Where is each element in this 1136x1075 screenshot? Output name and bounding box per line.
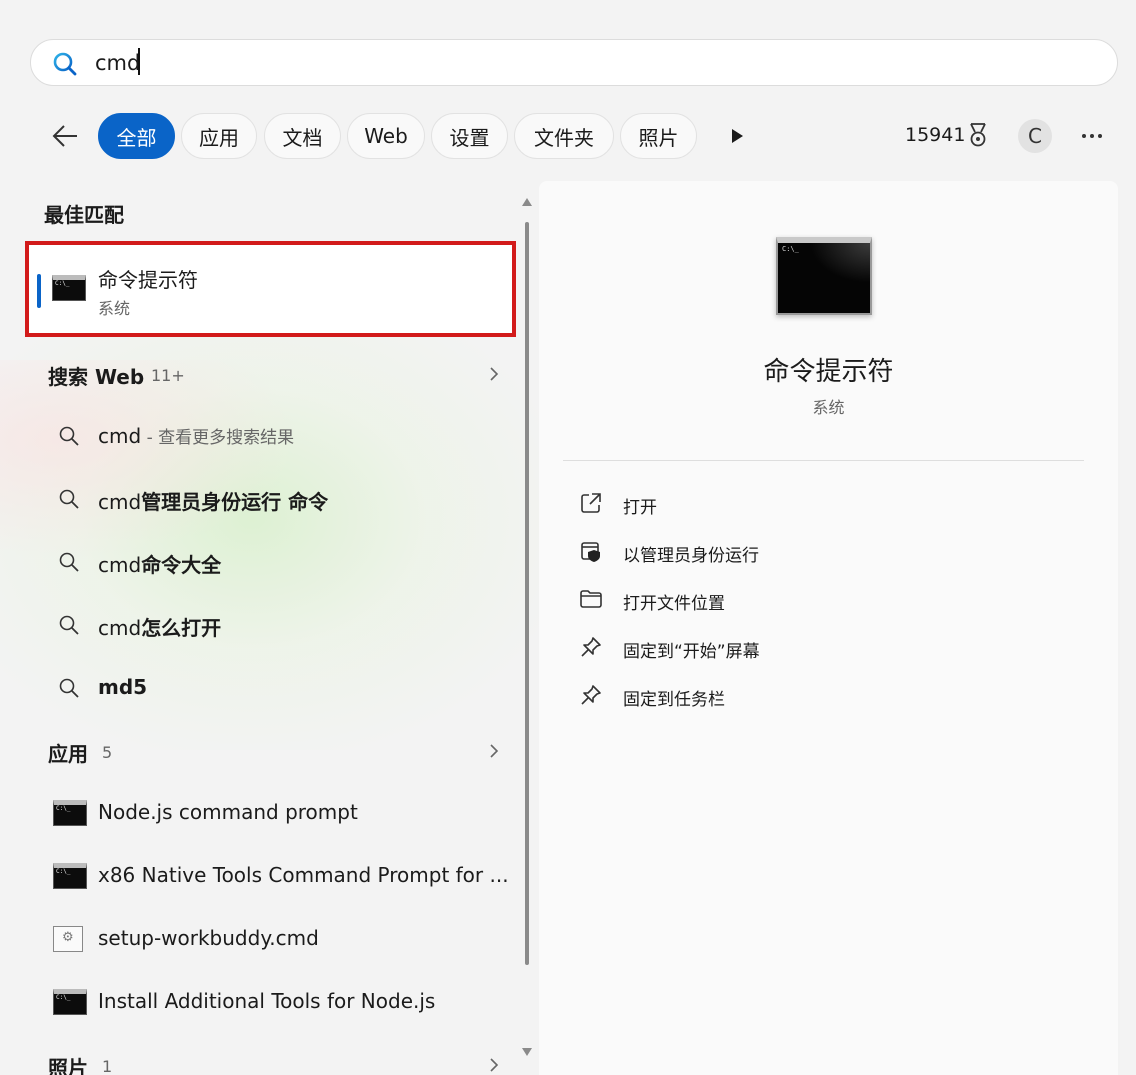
web-result-text: md5: [98, 675, 148, 699]
photos-section-count: 1: [102, 1057, 113, 1075]
folder-icon: [580, 590, 602, 608]
app-result-name: Node.js command prompt: [98, 800, 358, 824]
action-run-as-admin[interactable]: 以管理员身份运行: [579, 531, 1079, 571]
run-as-admin-icon: [581, 542, 600, 562]
web-result-row[interactable]: cmd怎么打开: [46, 600, 516, 650]
apps-section-heading[interactable]: 应用: [48, 738, 88, 767]
web-result-text: cmd怎么打开: [98, 616, 222, 640]
text-caret: [138, 48, 140, 75]
web-result-text: cmd命令大全: [98, 553, 222, 577]
scrollbar-thumb[interactable]: [525, 222, 529, 965]
best-match-subtitle: 系统: [98, 299, 131, 318]
action-label: 固定到“开始”屏幕: [623, 642, 760, 662]
app-result-name: x86 Native Tools Command Prompt for ...: [98, 863, 509, 887]
search-icon: [59, 615, 79, 635]
web-section-heading[interactable]: 搜索 Web: [48, 361, 144, 390]
app-result-name: setup-workbuddy.cmd: [98, 926, 319, 950]
filter-settings[interactable]: 设置: [431, 113, 508, 159]
web-result-text: cmd管理员身份运行 命令: [98, 490, 329, 514]
rewards-points: 15941: [905, 124, 966, 146]
app-result-row[interactable]: Node.js command prompt: [46, 788, 516, 838]
app-result-row[interactable]: Install Additional Tools for Node.js: [46, 977, 516, 1027]
best-match-heading: 最佳匹配: [44, 203, 124, 227]
search-icon: [59, 678, 79, 698]
divider: [563, 460, 1084, 461]
pin-icon: [581, 685, 601, 705]
web-result-text: cmd - 查看更多搜索结果: [98, 424, 295, 448]
web-result-row[interactable]: cmd - 查看更多搜索结果: [46, 411, 516, 461]
best-match-name: 命令提示符: [98, 268, 198, 292]
detail-title: 命令提示符: [763, 357, 894, 387]
back-arrow-icon[interactable]: [50, 122, 80, 150]
filter-all[interactable]: 全部: [98, 113, 175, 159]
filter-photos[interactable]: 照片: [620, 113, 697, 159]
action-label: 打开: [623, 498, 657, 518]
scroll-down-arrow-icon[interactable]: [520, 1046, 534, 1058]
open-external-icon: [581, 493, 601, 513]
best-match-item[interactable]: 命令提示符 系统: [25, 241, 516, 337]
console-app-icon: [776, 237, 872, 315]
search-input[interactable]: [95, 48, 995, 78]
filter-apps[interactable]: 应用: [181, 113, 257, 159]
script-file-icon: [53, 926, 83, 952]
filter-web[interactable]: Web: [347, 113, 425, 159]
play-arrow-icon[interactable]: [726, 124, 748, 148]
web-result-row[interactable]: cmd管理员身份运行 命令: [46, 474, 516, 524]
more-options-icon[interactable]: [1078, 125, 1106, 147]
search-icon: [59, 552, 79, 572]
console-icon: [53, 863, 87, 889]
filter-folders[interactable]: 文件夹: [514, 113, 614, 159]
web-section-count: 11+: [151, 366, 185, 385]
medal-icon[interactable]: [966, 122, 990, 148]
web-result-row[interactable]: cmd命令大全: [46, 537, 516, 587]
action-open-file-location[interactable]: 打开文件位置: [579, 579, 1079, 619]
detail-subtitle: 系统: [812, 398, 845, 417]
avatar[interactable]: C: [1018, 119, 1052, 153]
action-label: 固定到任务栏: [623, 690, 725, 710]
search-icon: [59, 426, 79, 446]
action-pin-to-taskbar[interactable]: 固定到任务栏: [579, 675, 1079, 715]
chevron-right-icon[interactable]: [487, 365, 501, 383]
detail-pane: 命令提示符 系统 打开 以管理员身份运行 打开文件位置 固定到“开始”屏幕: [539, 181, 1118, 1075]
search-icon: [53, 52, 77, 76]
apps-section-count: 5: [102, 743, 113, 762]
search-icon: [59, 489, 79, 509]
action-label: 以管理员身份运行: [623, 546, 759, 566]
scroll-up-arrow-icon[interactable]: [520, 196, 534, 208]
web-result-row[interactable]: md5: [46, 663, 516, 713]
console-icon: [53, 989, 87, 1015]
action-open[interactable]: 打开: [579, 483, 1079, 523]
chevron-right-icon[interactable]: [487, 1056, 501, 1074]
action-label: 打开文件位置: [623, 594, 725, 614]
app-result-row[interactable]: x86 Native Tools Command Prompt for ...: [46, 851, 516, 901]
console-icon: [52, 275, 86, 301]
action-pin-to-start[interactable]: 固定到“开始”屏幕: [579, 627, 1079, 667]
chevron-right-icon[interactable]: [487, 742, 501, 760]
app-result-row[interactable]: setup-workbuddy.cmd: [46, 914, 516, 964]
app-result-name: Install Additional Tools for Node.js: [98, 989, 436, 1013]
search-box[interactable]: [30, 39, 1118, 86]
selection-indicator: [37, 274, 41, 308]
console-icon: [53, 800, 87, 826]
photos-section-heading[interactable]: 照片: [48, 1052, 88, 1075]
pin-icon: [581, 637, 601, 657]
filter-documents[interactable]: 文档: [264, 113, 341, 159]
